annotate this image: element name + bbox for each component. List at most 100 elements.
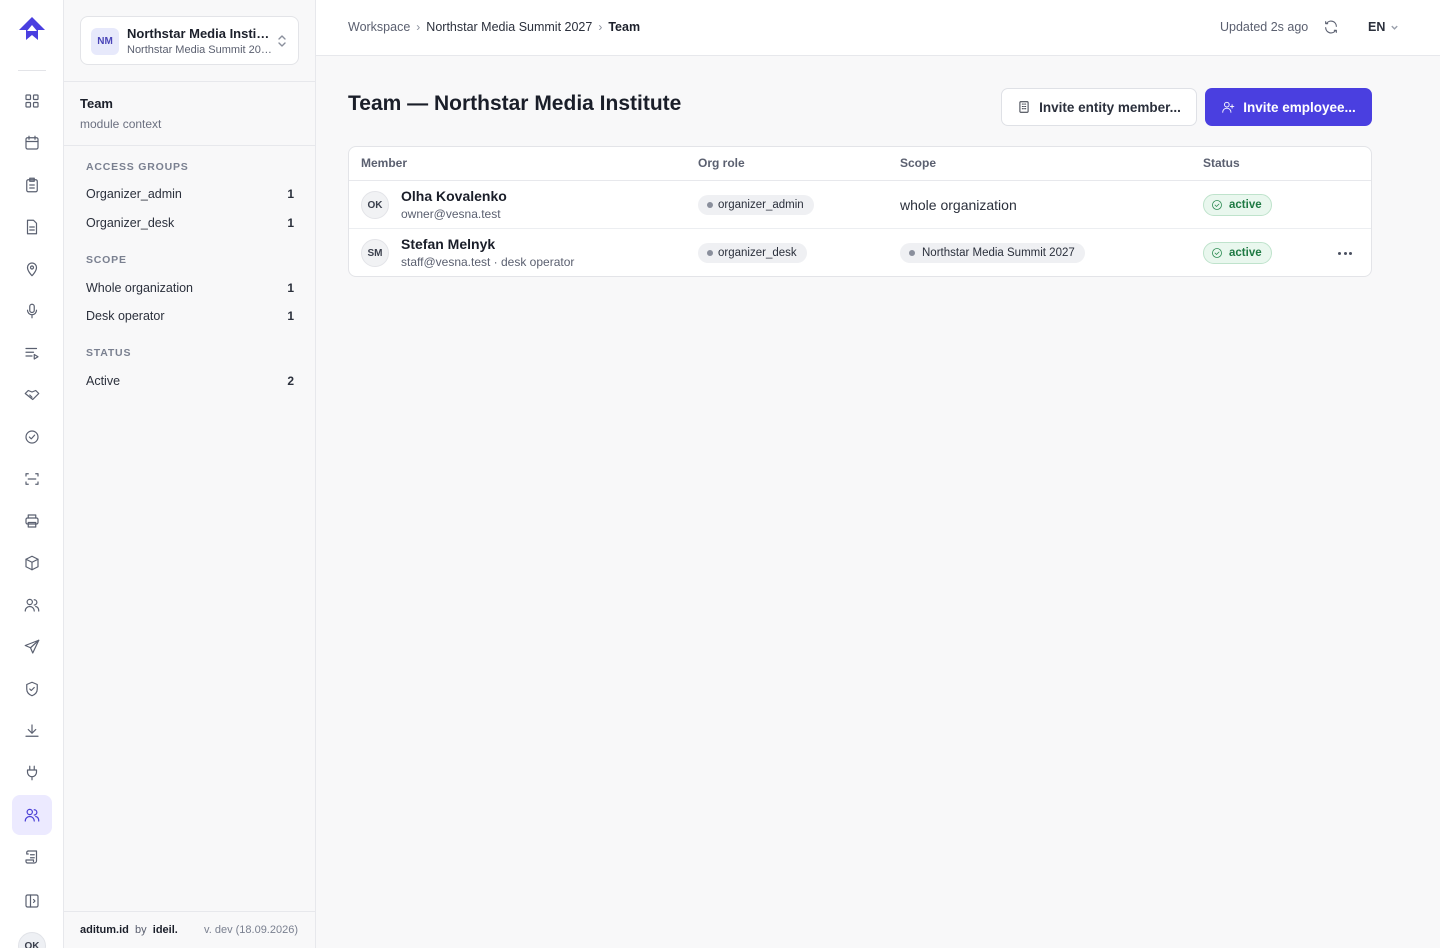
- member-email: staff@vesna.test · desk operator: [401, 255, 575, 269]
- breadcrumb-workspace[interactable]: Workspace: [348, 20, 410, 34]
- handshake-icon[interactable]: [12, 375, 52, 415]
- table-row[interactable]: OK Olha Kovalenko owner@vesna.test organ…: [349, 181, 1371, 229]
- member-avatar: SM: [361, 239, 389, 267]
- printer-icon[interactable]: [12, 501, 52, 541]
- icon-rail: OK: [0, 0, 64, 948]
- filter-item-organizer-desk[interactable]: Organizer_desk 1: [86, 213, 294, 233]
- breadcrumb-current: Team: [608, 20, 641, 34]
- org-name: Northstar Media Institute: [127, 26, 273, 41]
- filter-label: Desk operator: [86, 309, 165, 323]
- filter-label: Active: [86, 374, 121, 388]
- scroll-icon[interactable]: [12, 837, 52, 877]
- building-icon: [1019, 101, 1029, 113]
- rail-divider: [18, 70, 46, 71]
- check-circle-icon: [1212, 248, 1222, 258]
- dashboard-icon[interactable]: [12, 81, 52, 121]
- team-icon[interactable]: [12, 795, 52, 835]
- page-title: Team — Northstar Media Institute: [348, 92, 682, 115]
- check-circle-icon: [1212, 200, 1222, 210]
- module-title: Team: [80, 96, 113, 111]
- column-header-status[interactable]: Status: [1203, 156, 1240, 170]
- invite-entity-member-button[interactable]: Invite entity member...: [1001, 88, 1197, 126]
- panel-footer: aditum.id by ideil. v. dev (18.09.2026): [64, 911, 315, 948]
- filter-heading-scope: SCOPE: [86, 254, 127, 266]
- brand-name: aditum.id: [80, 924, 129, 936]
- status-label: active: [1229, 199, 1262, 211]
- invite-employee-label: Invite employee...: [1243, 99, 1356, 115]
- column-header-scope[interactable]: Scope: [900, 156, 936, 170]
- user-avatar[interactable]: OK: [18, 932, 46, 948]
- chevron-right-icon: ›: [598, 20, 603, 34]
- agenda-list-icon[interactable]: [12, 333, 52, 373]
- filter-heading-access-groups: ACCESS GROUPS: [86, 161, 189, 173]
- app-version: v. dev (18.09.2026): [204, 924, 298, 936]
- plug-icon[interactable]: [12, 753, 52, 793]
- column-header-member[interactable]: Member: [361, 156, 407, 170]
- filter-label: Whole organization: [86, 281, 194, 295]
- filter-item-organizer-admin[interactable]: Organizer_admin 1: [86, 184, 294, 204]
- last-updated: Updated 2s ago: [1220, 20, 1309, 34]
- invite-entity-member-label: Invite entity member...: [1039, 99, 1181, 115]
- org-subtitle: Northstar Media Summit 2027: [127, 44, 273, 56]
- filter-item-active[interactable]: Active 2: [86, 371, 294, 391]
- app-logo-icon[interactable]: [16, 14, 48, 46]
- chevron-up-down-icon: [278, 35, 286, 47]
- microphone-icon[interactable]: [12, 291, 52, 331]
- check-circle-icon[interactable]: [12, 417, 52, 457]
- filter-label: Organizer_desk: [86, 216, 175, 230]
- filter-item-whole-organization[interactable]: Whole organization 1: [86, 278, 294, 298]
- panel-divider: [64, 145, 315, 146]
- footer-brand: aditum.id by ideil.: [80, 924, 178, 936]
- calendar-icon[interactable]: [12, 123, 52, 163]
- clipboard-icon[interactable]: [12, 165, 52, 205]
- scope-badge: Northstar Media Summit 2027: [900, 243, 1085, 263]
- shield-check-icon[interactable]: [12, 669, 52, 709]
- breadcrumb-event[interactable]: Northstar Media Summit 2027: [426, 20, 592, 34]
- member-scope: whole organization: [900, 197, 1017, 213]
- filter-count: 1: [287, 187, 294, 201]
- users-icon[interactable]: [12, 585, 52, 625]
- brand-by: by: [135, 924, 147, 936]
- send-icon[interactable]: [12, 627, 52, 667]
- chevron-right-icon: ›: [416, 20, 421, 34]
- column-header-org-role[interactable]: Org role: [698, 156, 745, 170]
- top-bar: Workspace › Northstar Media Summit 2027 …: [316, 0, 1440, 56]
- package-icon[interactable]: [12, 543, 52, 583]
- refresh-icon[interactable]: [1323, 19, 1341, 37]
- user-plus-icon: [1222, 101, 1235, 113]
- filter-count: 1: [287, 309, 294, 323]
- filter-count: 1: [287, 281, 294, 295]
- member-name[interactable]: Olha Kovalenko: [401, 188, 507, 204]
- status-badge: active: [1203, 194, 1272, 216]
- org-role-badge: organizer_desk: [698, 243, 807, 263]
- org-role-badge: organizer_admin: [698, 195, 814, 215]
- org-switcher[interactable]: NM Northstar Media Institute Northstar M…: [80, 16, 299, 65]
- more-actions-icon[interactable]: [1335, 245, 1355, 261]
- breadcrumb: Workspace › Northstar Media Summit 2027 …: [348, 20, 640, 34]
- module-subtitle: module context: [80, 117, 162, 131]
- member-name[interactable]: Stefan Melnyk: [401, 236, 495, 252]
- status-badge: active: [1203, 242, 1272, 264]
- brand-maker: ideil.: [152, 924, 178, 936]
- table-row[interactable]: SM Stefan Melnyk staff@vesna.test · desk…: [349, 229, 1371, 277]
- scan-icon[interactable]: [12, 459, 52, 499]
- language-selector[interactable]: EN: [1368, 20, 1399, 34]
- filter-item-desk-operator[interactable]: Desk operator 1: [86, 306, 294, 326]
- download-icon[interactable]: [12, 711, 52, 751]
- org-badge: NM: [91, 28, 119, 55]
- team-table: Member Org role Scope Status OK Olha Kov…: [348, 146, 1372, 277]
- language-code: EN: [1368, 20, 1386, 34]
- context-panel: NM Northstar Media Institute Northstar M…: [64, 0, 316, 948]
- chevron-down-icon: [1391, 25, 1399, 30]
- invite-employee-button[interactable]: Invite employee...: [1205, 88, 1372, 126]
- collapse-sidebar-icon[interactable]: [12, 881, 52, 921]
- status-label: active: [1229, 247, 1262, 259]
- filter-count: 1: [287, 216, 294, 230]
- filter-label: Organizer_admin: [86, 187, 182, 201]
- panel-divider: [64, 81, 315, 82]
- member-email: owner@vesna.test: [401, 207, 501, 221]
- document-icon[interactable]: [12, 207, 52, 247]
- member-avatar: OK: [361, 191, 389, 219]
- location-pin-icon[interactable]: [12, 249, 52, 289]
- filter-count: 2: [287, 374, 294, 388]
